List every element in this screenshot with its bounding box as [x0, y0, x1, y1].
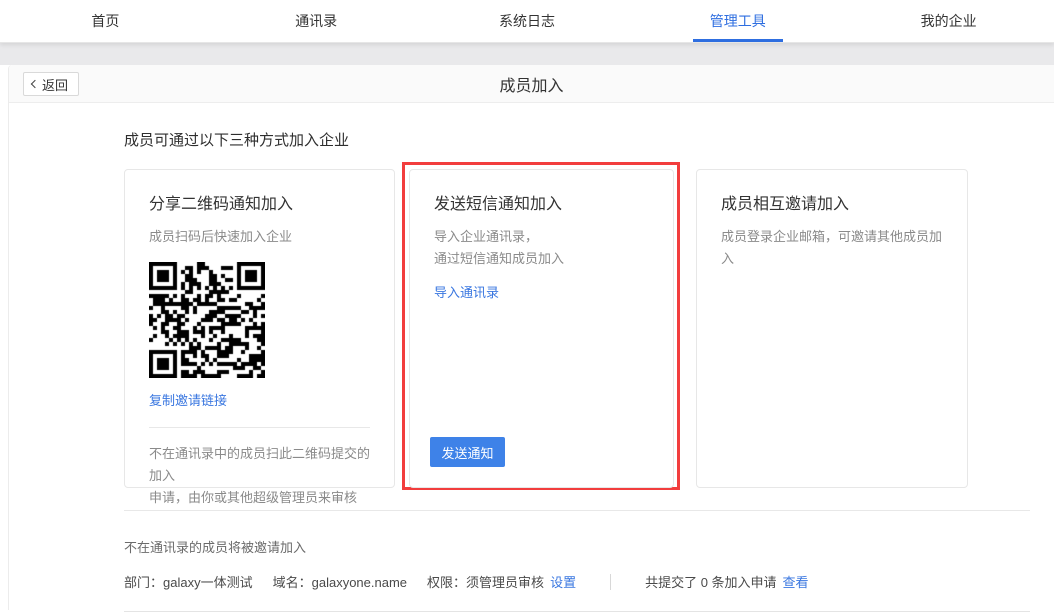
card-sms-join: 发送短信通知加入 导入企业通讯录， 通过短信通知成员加入 导入通讯录 发送通知 — [409, 169, 674, 488]
department-value: galaxy一体测试 — [163, 575, 253, 590]
card-desc-line2: 通过短信通知成员加入 — [434, 248, 649, 270]
card-qr-join: 分享二维码通知加入 成员扫码后快速加入企业 复制邀请链接 不在通讯录中的成员扫此… — [124, 169, 395, 488]
card-divider — [149, 427, 370, 428]
card-desc: 导入企业通讯录， 通过短信通知成员加入 — [434, 226, 649, 270]
panel-header: 成员加入 返回 — [9, 65, 1054, 103]
department-info: 部门：galaxy一体测试 — [124, 572, 253, 591]
copy-invite-link[interactable]: 复制邀请链接 — [149, 390, 227, 409]
settings-link[interactable]: 设置 — [550, 575, 576, 590]
qr-code — [149, 262, 265, 378]
tab-system-log[interactable]: 系统日志 — [422, 0, 633, 42]
send-notification-button[interactable]: 发送通知 — [430, 437, 505, 467]
card-title: 成员相互邀请加入 — [721, 190, 943, 214]
card-desc: 成员扫码后快速加入企业 — [149, 226, 370, 248]
department-label: 部门： — [124, 575, 163, 590]
join-method-cards: 分享二维码通知加入 成员扫码后快速加入企业 复制邀请链接 不在通讯录中的成员扫此… — [124, 169, 1030, 488]
permission-info: 权限：须管理员审核设置 — [427, 572, 576, 591]
card-note-line1: 不在通讯录中的成员扫此二维码提交的加入 — [149, 443, 370, 487]
card-sms-join-wrapper: 发送短信通知加入 导入企业通讯录， 通过短信通知成员加入 导入通讯录 发送通知 — [409, 169, 674, 488]
member-join-panel: 成员加入 返回 成员可通过以下三种方式加入企业 分享二维码通知加入 成员扫码后快… — [8, 65, 1054, 610]
domain-info: 域名：galaxyone.name — [273, 572, 407, 591]
page-title: 成员加入 — [9, 65, 1054, 103]
permission-label: 权限： — [427, 575, 466, 590]
footer-settings-row: 部门：galaxy一体测试 域名：galaxyone.name 权限：须管理员审… — [124, 572, 1030, 591]
card-note: 不在通讯录中的成员扫此二维码提交的加入 申请，由你或其他超级管理员来审核 — [149, 443, 370, 509]
back-button[interactable]: 返回 — [23, 72, 79, 96]
section-heading: 成员可通过以下三种方式加入企业 — [124, 129, 1030, 150]
card-desc: 成员登录企业邮箱，可邀请其他成员加入 — [721, 226, 943, 270]
tab-contacts[interactable]: 通讯录 — [211, 0, 422, 42]
top-nav: 首页 通讯录 系统日志 管理工具 我的企业 — [0, 0, 1054, 43]
tab-home[interactable]: 首页 — [0, 0, 211, 42]
footer-note: 不在通讯录的成员将被邀请加入 — [124, 537, 1030, 556]
tab-admin-tools[interactable]: 管理工具 — [632, 0, 843, 42]
import-contacts-link[interactable]: 导入通讯录 — [434, 282, 499, 301]
back-button-label: 返回 — [42, 75, 68, 94]
permission-value: 须管理员审核 — [466, 575, 544, 590]
card-mutual-invite: 成员相互邀请加入 成员登录企业邮箱，可邀请其他成员加入 — [696, 169, 968, 488]
gray-strip — [0, 43, 1054, 65]
domain-label: 域名： — [273, 575, 312, 590]
submitted-count: 共提交了 0 条加入申请查看 — [645, 572, 808, 591]
content-area: 成员可通过以下三种方式加入企业 分享二维码通知加入 成员扫码后快速加入企业 复制… — [9, 103, 1054, 612]
card-note-line2: 申请，由你或其他超级管理员来审核 — [149, 487, 370, 509]
section-divider — [124, 510, 1030, 511]
view-link[interactable]: 查看 — [783, 575, 809, 590]
submitted-text: 共提交了 0 条加入申请 — [645, 575, 776, 590]
card-title: 发送短信通知加入 — [434, 190, 649, 214]
card-desc-line1: 导入企业通讯录， — [434, 226, 649, 248]
card-title: 分享二维码通知加入 — [149, 190, 370, 214]
chevron-left-icon — [31, 80, 39, 88]
domain-value: galaxyone.name — [312, 575, 407, 590]
tab-my-company[interactable]: 我的企业 — [843, 0, 1054, 42]
vertical-separator — [610, 574, 611, 590]
